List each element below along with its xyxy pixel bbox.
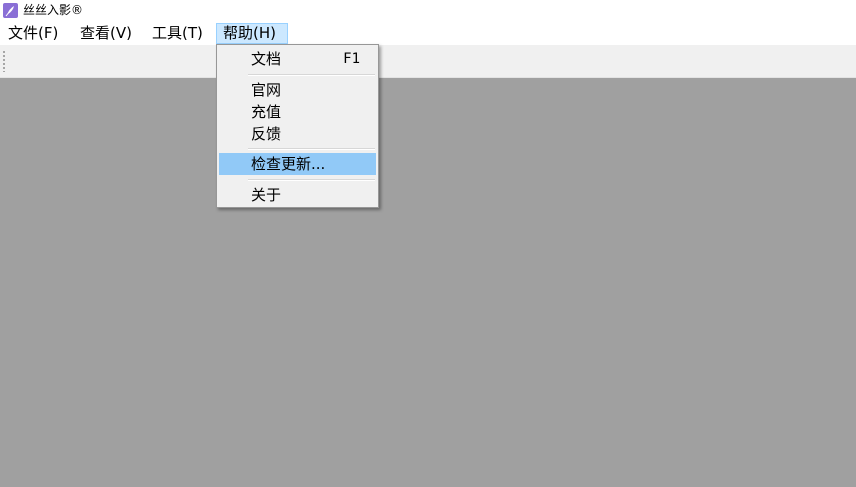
menu-item-recharge[interactable]: 充值 (219, 101, 376, 123)
menu-view[interactable]: 查看(V) (74, 23, 138, 44)
toolbar (0, 45, 856, 78)
menu-item-recharge-label: 充值 (251, 103, 282, 121)
menu-item-website-label: 官网 (251, 81, 282, 99)
menu-separator (248, 179, 375, 181)
window-title: 丝丝入影® (23, 3, 84, 17)
menu-item-about-label: 关于 (251, 186, 282, 204)
menu-item-website[interactable]: 官网 (219, 79, 376, 101)
menu-item-feedback-label: 反馈 (251, 125, 282, 143)
menu-help[interactable]: 帮助(H) (216, 23, 288, 44)
menu-separator (248, 74, 375, 76)
toolbar-grip[interactable] (3, 50, 5, 72)
menu-item-feedback[interactable]: 反馈 (219, 123, 376, 145)
help-dropdown-menu: 文档 F1 官网 充值 反馈 检查更新... 关于 (216, 44, 379, 208)
menu-item-docs[interactable]: 文档 F1 (219, 48, 376, 70)
menu-item-docs-label: 文档 (251, 50, 282, 68)
menu-file[interactable]: 文件(F) (2, 23, 64, 44)
title-bar: 丝丝入影® (0, 0, 856, 22)
menu-item-about[interactable]: 关于 (219, 184, 376, 206)
app-feather-icon (3, 3, 18, 18)
workspace-area[interactable] (0, 78, 856, 487)
menu-separator (248, 148, 375, 150)
menu-bar: 文件(F) 查看(V) 工具(T) 帮助(H) (0, 22, 856, 45)
menu-item-check-updates-label: 检查更新... (251, 155, 326, 173)
menu-tools[interactable]: 工具(T) (146, 23, 209, 44)
menu-item-docs-shortcut: F1 (343, 51, 360, 67)
menu-item-check-updates[interactable]: 检查更新... (219, 153, 376, 175)
